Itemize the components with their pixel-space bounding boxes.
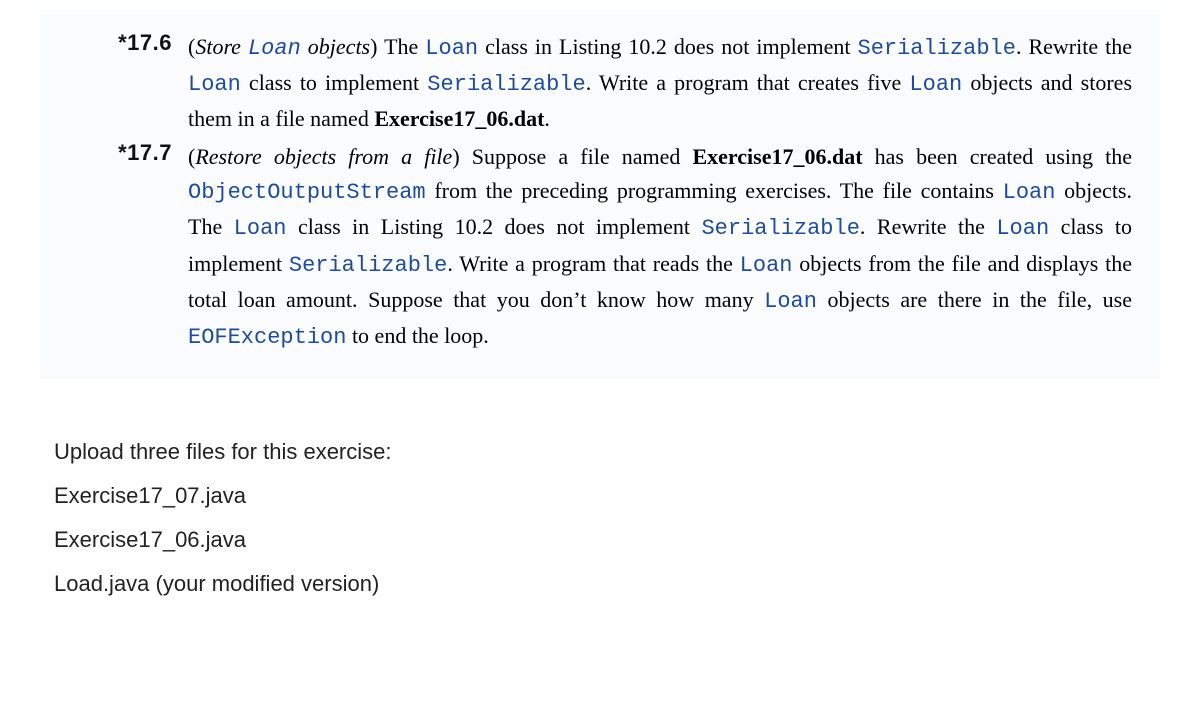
textbook-scan: *17.6 (Store Loan objects) The Loan clas…: [40, 10, 1160, 379]
instructions-heading: Upload three files for this exercise:: [54, 439, 1200, 465]
file-line: Load.java (your modified version): [54, 571, 1200, 597]
exercise-number: *17.7: [68, 140, 188, 166]
file-line: Exercise17_07.java: [54, 483, 1200, 509]
exercise-body: (Store Loan objects) The Loan class in L…: [188, 30, 1132, 136]
exercise-body: (Restore objects from a file) Suppose a …: [188, 140, 1132, 355]
upload-instructions: Upload three files for this exercise: Ex…: [54, 439, 1200, 597]
exercise-number: *17.6: [68, 30, 188, 56]
exercise-17-7: *17.7 (Restore objects from a file) Supp…: [68, 140, 1132, 355]
file-line: Exercise17_06.java: [54, 527, 1200, 553]
exercise-17-6: *17.6 (Store Loan objects) The Loan clas…: [68, 30, 1132, 136]
